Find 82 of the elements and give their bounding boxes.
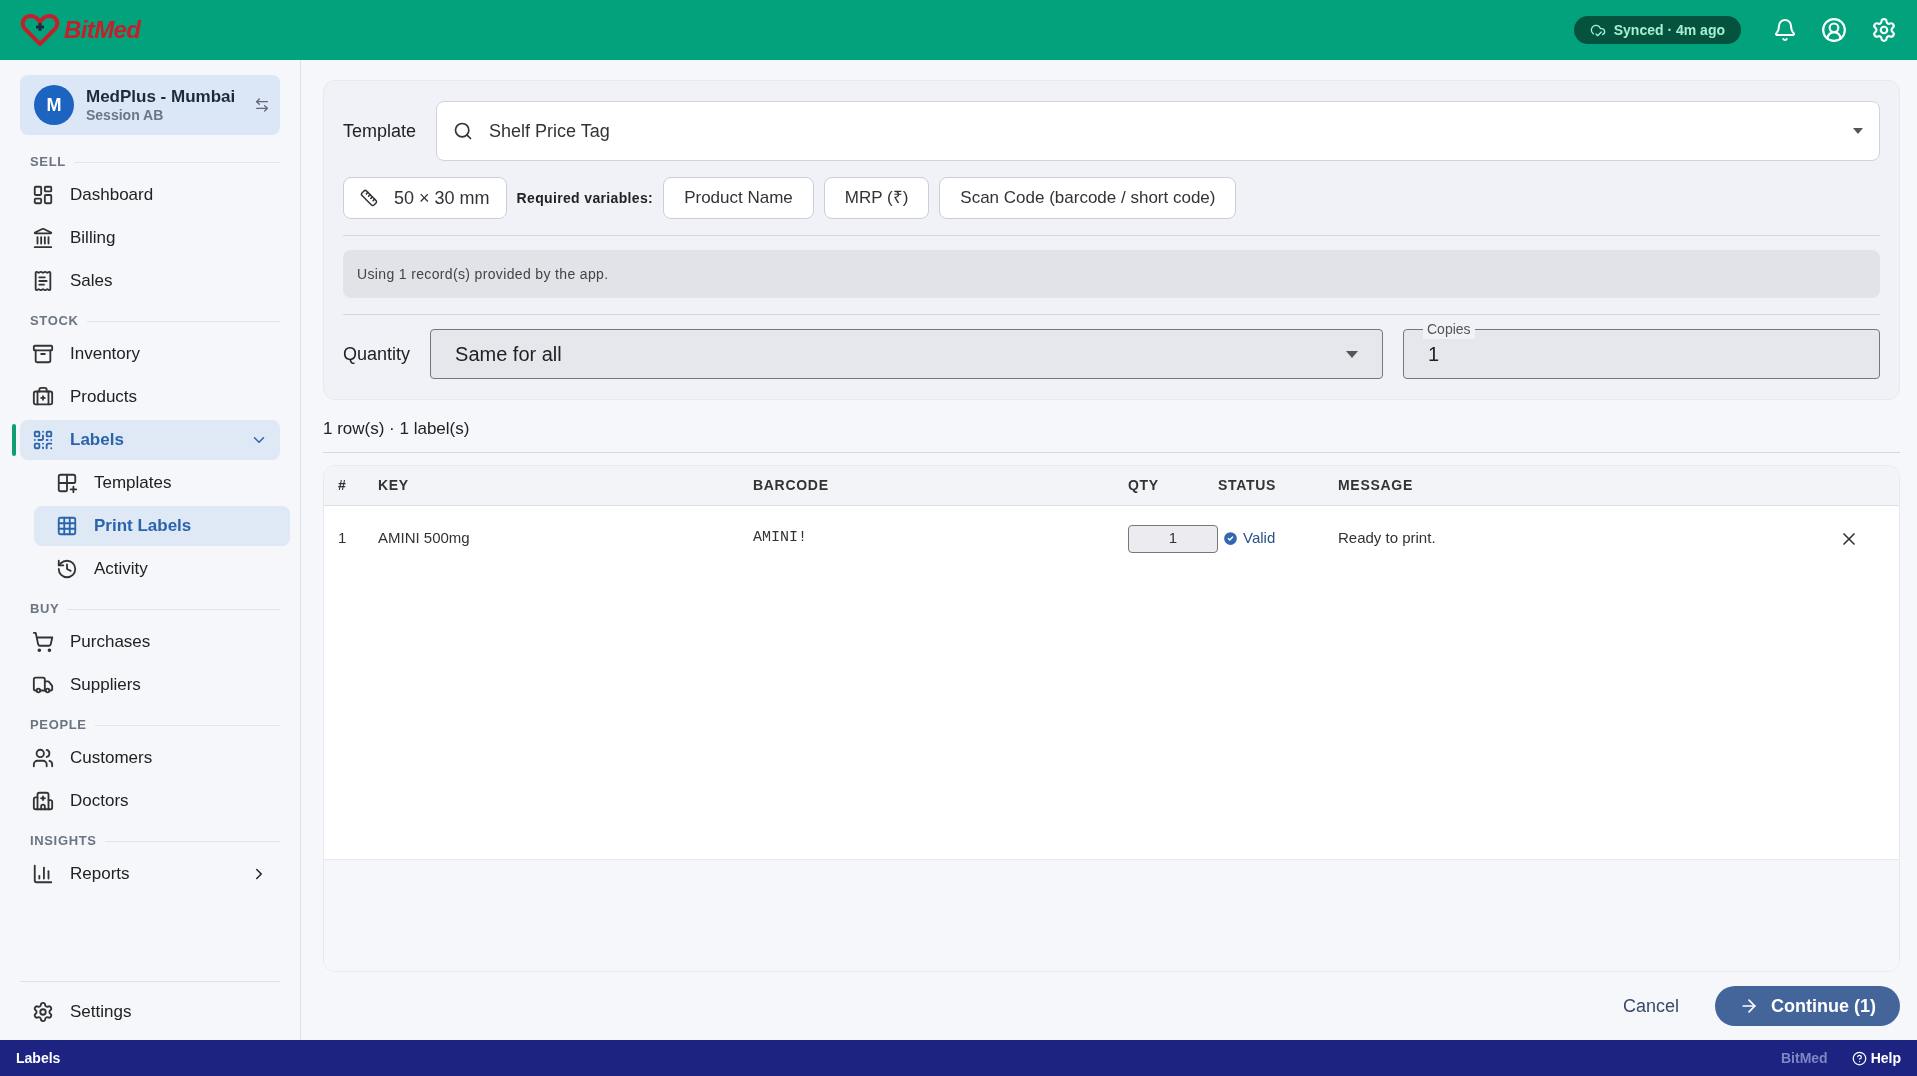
cancel-button[interactable]: Cancel xyxy=(1610,992,1691,1020)
sidebar-item[interactable]: Print Labels xyxy=(34,506,290,546)
variable-chip: MRP (₹) xyxy=(823,177,930,219)
help-link[interactable]: Help xyxy=(1851,1047,1901,1069)
column-header: BARCODE xyxy=(753,475,830,495)
nav-icon xyxy=(32,747,54,769)
sidebar-item[interactable]: Billing xyxy=(20,218,280,258)
info-banner: Using 1 record(s) provided by the app. xyxy=(343,250,1880,298)
dropdown-caret-icon xyxy=(1853,128,1863,134)
quantity-label: Quantity xyxy=(343,342,411,366)
column-header: KEY xyxy=(378,475,410,495)
avatar: M xyxy=(34,85,74,125)
nav-icon xyxy=(32,270,54,292)
sidebar-item[interactable]: Customers xyxy=(20,738,280,778)
ruler-icon xyxy=(360,189,378,207)
active-indicator xyxy=(12,424,16,456)
nav-icon xyxy=(32,386,54,408)
status-page-label: Labels xyxy=(16,1048,61,1068)
table-cell-text: 1 xyxy=(337,528,348,549)
column-header: # xyxy=(337,475,348,495)
nav-icon xyxy=(32,429,54,451)
table-cell-text: Ready to print. xyxy=(1338,528,1437,549)
nav-icon xyxy=(56,558,78,580)
dropdown-caret-icon xyxy=(1346,350,1358,358)
search-icon xyxy=(453,121,474,141)
bell-icon[interactable] xyxy=(1773,18,1797,42)
nav-icon xyxy=(32,343,54,365)
sidebar-item[interactable]: Labels xyxy=(20,420,280,460)
status-label: Valid xyxy=(1218,527,1338,550)
sidebar-item[interactable]: Reports xyxy=(20,854,280,894)
sidebar-item[interactable]: Doctors xyxy=(20,781,280,821)
qty-field[interactable]: 1 xyxy=(1128,524,1218,553)
variable-chip: Product Name xyxy=(663,177,814,219)
row-summary: 1 row(s) · 1 label(s) xyxy=(323,419,470,438)
continue-button[interactable]: Continue (1) xyxy=(1715,986,1900,1026)
sidebar-item[interactable]: Inventory xyxy=(20,334,280,374)
sidebar-item[interactable]: Activity xyxy=(34,549,290,589)
sidebar-item[interactable]: Products xyxy=(20,377,280,417)
store-name: MedPlus - Mumbai xyxy=(86,85,237,107)
column-header: STATUS xyxy=(1218,475,1278,495)
settings-icon[interactable] xyxy=(1871,17,1897,43)
nav-icon xyxy=(32,184,54,206)
nav-icon xyxy=(32,631,54,653)
status-brand: BitMed xyxy=(1781,1048,1828,1068)
column-header: QTY xyxy=(1128,475,1160,495)
template-label: Template xyxy=(343,119,417,143)
variable-chip: Scan Code (barcode / short code) xyxy=(939,177,1237,219)
switch-icon xyxy=(254,97,270,113)
nav-icon xyxy=(32,790,54,812)
help-icon xyxy=(1851,1050,1867,1066)
account-icon[interactable] xyxy=(1821,17,1847,43)
sync-status-badge: Synced · 4m ago xyxy=(1573,16,1741,44)
quantity-mode-select[interactable]: Same for all xyxy=(430,329,1383,379)
cloud-check-icon xyxy=(1589,22,1606,38)
sidebar-item[interactable]: Templates xyxy=(34,463,290,503)
template-select[interactable]: Shelf Price Tag xyxy=(436,101,1880,161)
nav-icon xyxy=(32,674,54,696)
label-size-chip: 50 × 30 mm xyxy=(343,177,507,219)
nav-icon xyxy=(56,515,78,537)
sidebar-item[interactable]: Sales xyxy=(20,261,280,301)
section-heading: PEOPLE xyxy=(29,716,87,735)
nav-icon xyxy=(56,472,78,494)
nav-icon xyxy=(32,863,54,885)
table-cell-text: AMINI 500mg xyxy=(378,528,471,549)
logo-text: BitMed xyxy=(64,15,141,45)
store-switcher[interactable]: M MedPlus - Mumbai Session AB xyxy=(20,75,280,135)
section-heading: STOCK xyxy=(29,312,79,331)
nav-icon xyxy=(32,1001,54,1023)
section-heading: BUY xyxy=(29,600,60,619)
session-label: Session AB xyxy=(86,106,165,125)
nav-icon xyxy=(32,227,54,249)
heart-logo-icon xyxy=(20,14,60,46)
section-heading: SELL xyxy=(29,153,66,172)
sidebar-item[interactable]: Suppliers xyxy=(20,665,280,705)
column-header: MESSAGE xyxy=(1338,475,1414,495)
sidebar-item[interactable]: Settings xyxy=(20,992,280,1032)
required-variables-label: Required variables: xyxy=(516,188,654,208)
check-icon xyxy=(1222,530,1239,547)
sidebar-item[interactable]: Dashboard xyxy=(20,175,280,215)
table-cell-text: AMINI! xyxy=(753,528,808,549)
sidebar-item[interactable]: Purchases xyxy=(20,622,280,662)
section-heading: INSIGHTS xyxy=(29,832,97,851)
